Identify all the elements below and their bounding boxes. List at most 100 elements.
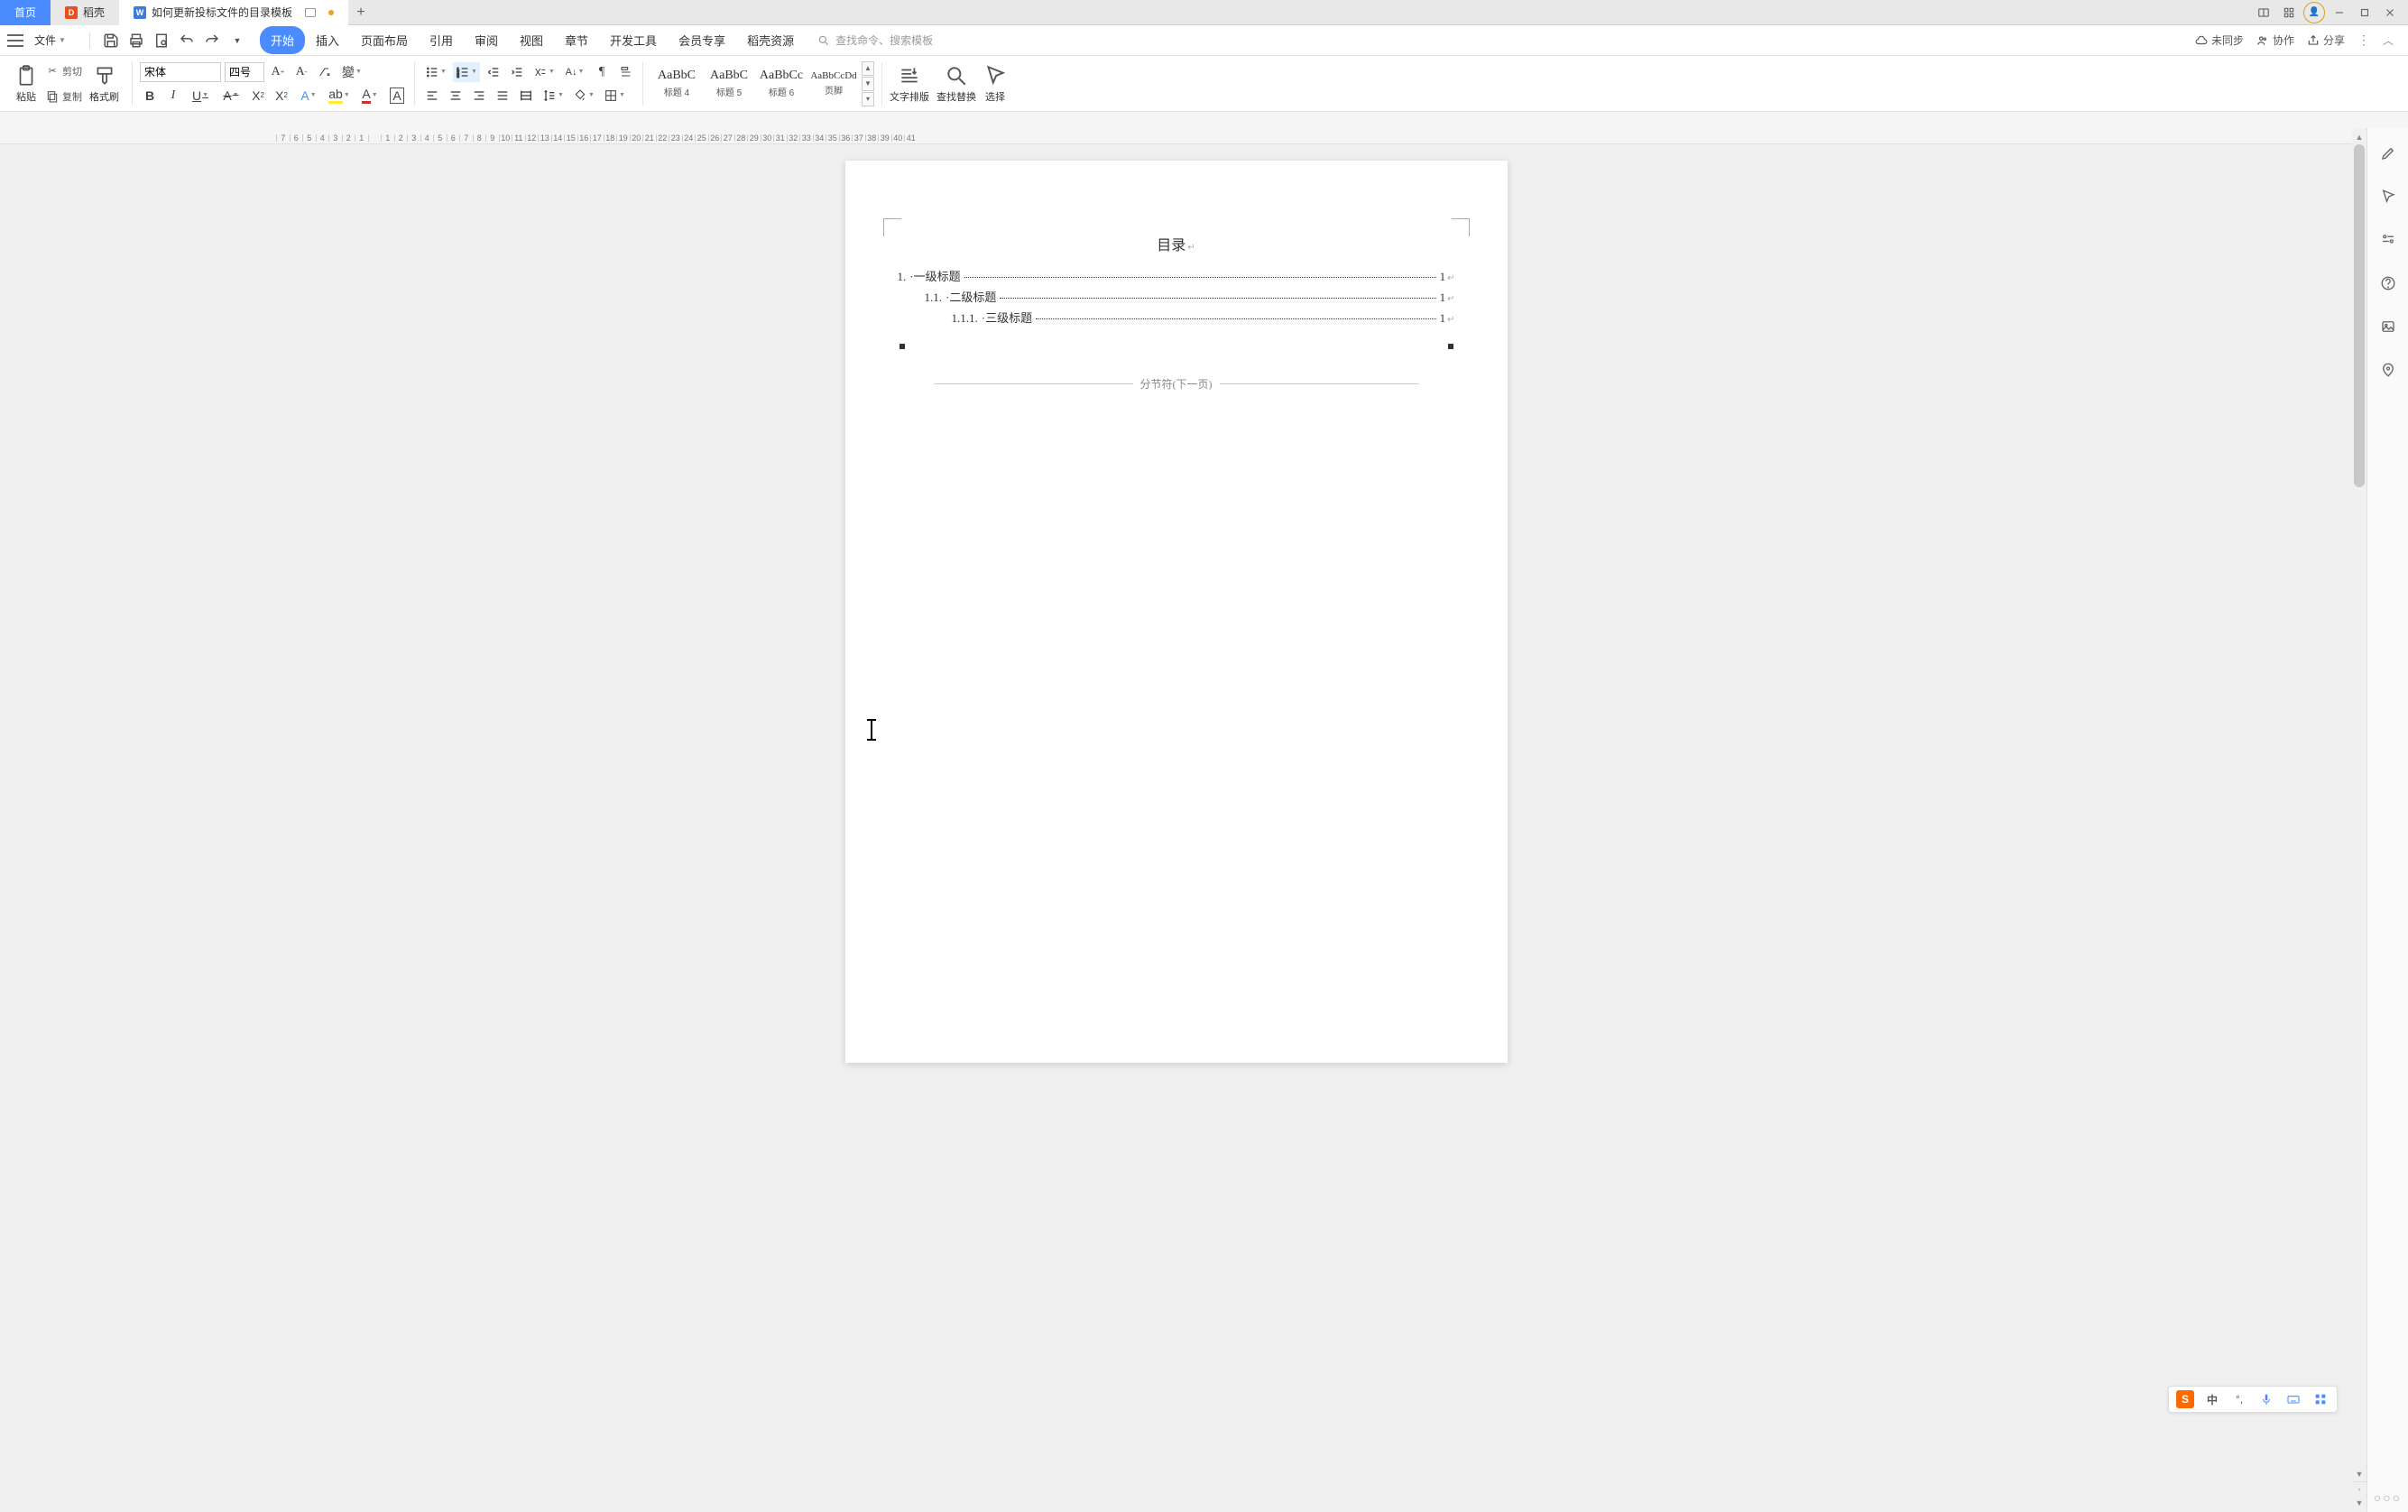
increase-font-icon[interactable]: A+: [268, 62, 288, 82]
maximize-button[interactable]: [2354, 2, 2376, 23]
tab-view[interactable]: 视图: [509, 26, 554, 54]
style-heading5[interactable]: AaBbC标题 5: [703, 59, 755, 109]
tab-member[interactable]: 会员专享: [668, 26, 736, 54]
sidebar-more-icon[interactable]: ○○○: [2374, 1490, 2402, 1505]
tab-home[interactable]: 首页: [0, 0, 51, 25]
collapse-ribbon-icon[interactable]: ︿: [2383, 32, 2394, 48]
ime-keyboard-icon[interactable]: [2284, 1390, 2302, 1408]
cooperate-button[interactable]: 协作: [2256, 32, 2294, 48]
italic-icon[interactable]: I: [163, 86, 183, 106]
asian-layout-icon[interactable]: ▼: [530, 62, 558, 82]
font-size-input[interactable]: [225, 62, 264, 82]
bold-icon[interactable]: B: [140, 86, 160, 106]
sort-icon[interactable]: A↓▼: [561, 62, 588, 82]
styles-expand[interactable]: ▾: [862, 92, 874, 106]
minimize-button[interactable]: [2329, 2, 2350, 23]
tab-docer-resource[interactable]: 稻壳资源: [736, 26, 805, 54]
align-justify-icon[interactable]: [493, 86, 512, 106]
styles-scroll-down[interactable]: ▼: [862, 77, 874, 91]
user-avatar[interactable]: 👤: [2303, 2, 2325, 23]
style-footer[interactable]: AaBbCcDd页脚: [807, 59, 860, 109]
styles-scroll-up[interactable]: ▲: [862, 61, 874, 76]
close-button[interactable]: [2379, 2, 2401, 23]
font-color-icon[interactable]: A▼: [356, 86, 383, 106]
reading-mode-icon[interactable]: [2253, 2, 2274, 23]
scroll-down-icon[interactable]: ▼: [2352, 1467, 2366, 1481]
clear-format-icon[interactable]: [315, 62, 335, 82]
redo-icon[interactable]: [204, 32, 220, 49]
more-menu[interactable]: ⋮: [2357, 32, 2370, 48]
grid-apps-icon[interactable]: [2278, 2, 2300, 23]
print-icon[interactable]: [128, 32, 144, 49]
line-spacing-icon[interactable]: ▼: [540, 86, 567, 106]
help-icon[interactable]: [2377, 272, 2399, 294]
underline-icon[interactable]: U▼: [187, 86, 214, 106]
superscript-icon[interactable]: X2: [248, 86, 268, 106]
document-viewport[interactable]: 7654321123456789101112131415161718192021…: [0, 128, 2352, 1512]
tab-review[interactable]: 审阅: [464, 26, 509, 54]
next-page-icon[interactable]: ▼: [2352, 1496, 2366, 1510]
tab-start[interactable]: 开始: [260, 26, 305, 54]
share-button[interactable]: 分享: [2307, 32, 2345, 48]
subscript-icon[interactable]: X2: [272, 86, 291, 106]
horizontal-ruler[interactable]: 7654321123456789101112131415161718192021…: [0, 128, 2352, 144]
location-tool-icon[interactable]: [2377, 359, 2399, 381]
settings-panel-icon[interactable]: [2377, 229, 2399, 251]
strikethrough-icon[interactable]: A▼: [217, 86, 244, 106]
tab-document[interactable]: W 如何更新投标文件的目录模板: [119, 0, 348, 25]
bullets-icon[interactable]: ▼: [422, 62, 449, 82]
character-border-icon[interactable]: A: [387, 86, 407, 106]
tab-docer[interactable]: D 稻壳: [51, 0, 119, 25]
toc-title[interactable]: 目录: [898, 233, 1455, 254]
tab-devtools[interactable]: 开发工具: [599, 26, 668, 54]
tab-references[interactable]: 引用: [419, 26, 464, 54]
image-tool-icon[interactable]: [2377, 316, 2399, 337]
align-distribute-icon[interactable]: [516, 86, 536, 106]
ime-toolbar[interactable]: S 中 °,: [2168, 1386, 2338, 1413]
prev-page-icon[interactable]: ◦: [2352, 1481, 2366, 1496]
decrease-font-icon[interactable]: A-: [291, 62, 311, 82]
vertical-scrollbar[interactable]: ▲ ▼ ◦ ▼: [2352, 128, 2366, 1512]
qat-more-icon[interactable]: ▼: [229, 32, 245, 49]
ime-punct-icon[interactable]: °,: [2230, 1390, 2248, 1408]
undo-icon[interactable]: [179, 32, 195, 49]
copy-button[interactable]: 复制: [45, 86, 82, 107]
tab-chapter[interactable]: 章节: [554, 26, 599, 54]
document-page[interactable]: 目录 1. ·一级标题 1 1.1. ·二级标题 1 1.1.1. ·三级标题 …: [845, 161, 1508, 1063]
new-tab-button[interactable]: +: [348, 0, 374, 25]
text-layout-button[interactable]: 文字排版: [890, 64, 929, 104]
show-marks-icon[interactable]: ¶: [592, 62, 612, 82]
shading-icon[interactable]: ▼: [570, 86, 597, 106]
file-menu[interactable]: 文件 ▼: [29, 32, 71, 48]
cut-button[interactable]: ✂剪切: [45, 60, 82, 82]
command-search[interactable]: 查找命令、搜索模板: [817, 32, 933, 48]
paste-button[interactable]: 粘贴: [14, 64, 38, 104]
scroll-thumb[interactable]: [2354, 144, 2365, 487]
print-preview-icon[interactable]: [153, 32, 170, 49]
pen-tool-icon[interactable]: [2377, 143, 2399, 164]
ime-lang-toggle[interactable]: 中: [2203, 1390, 2221, 1408]
ime-voice-icon[interactable]: [2257, 1390, 2275, 1408]
highlight-icon[interactable]: ab▼: [326, 86, 353, 106]
increase-indent-icon[interactable]: [507, 62, 527, 82]
select-button[interactable]: 选择: [983, 64, 1007, 104]
style-heading4[interactable]: AaBbC标题 4: [650, 59, 703, 109]
scroll-up-icon[interactable]: ▲: [2352, 130, 2366, 144]
font-name-input[interactable]: [140, 62, 221, 82]
find-replace-button[interactable]: 查找替换: [936, 64, 976, 104]
phonetic-guide-icon[interactable]: 變▼: [338, 62, 365, 82]
format-painter-button[interactable]: 格式刷: [89, 64, 119, 104]
decrease-indent-icon[interactable]: [484, 62, 503, 82]
numbering-icon[interactable]: 123▼: [453, 62, 480, 82]
toc-entry-3[interactable]: 1.1.1. ·三级标题 1: [898, 309, 1455, 326]
toc-entry-2[interactable]: 1.1. ·二级标题 1: [898, 288, 1455, 305]
borders-icon[interactable]: ▼: [601, 86, 628, 106]
save-icon[interactable]: [103, 32, 119, 49]
ime-toolbox-icon[interactable]: [2311, 1390, 2330, 1408]
align-center-icon[interactable]: [446, 86, 466, 106]
tab-pagelayout[interactable]: 页面布局: [350, 26, 419, 54]
paragraph-marks-icon[interactable]: [615, 62, 635, 82]
text-effect-icon[interactable]: A▼: [295, 86, 322, 106]
select-tool-icon[interactable]: [2377, 186, 2399, 207]
sync-status[interactable]: 未同步: [2195, 32, 2244, 48]
